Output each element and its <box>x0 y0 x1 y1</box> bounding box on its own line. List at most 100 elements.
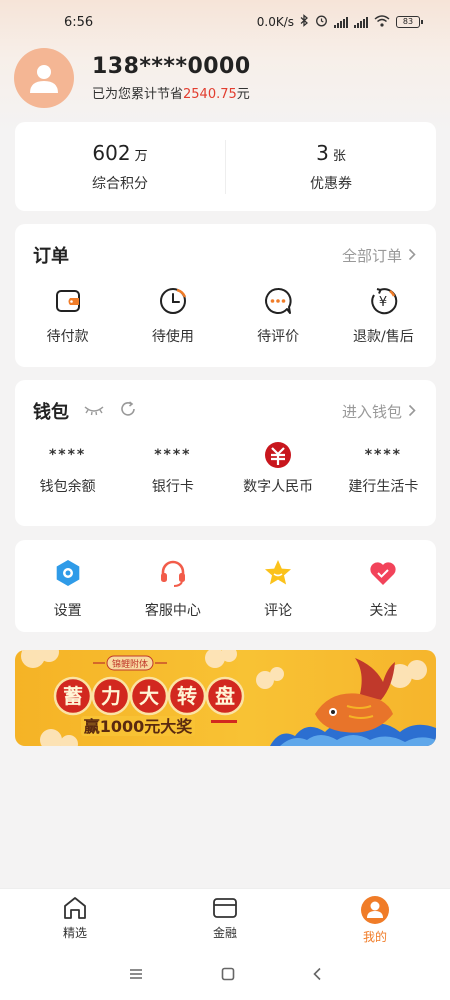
follow-label: 关注 <box>369 603 398 619</box>
status-bar: 6:56 0.0K/s 83 <box>0 0 450 44</box>
bank-card-label: 银行卡 <box>151 479 194 495</box>
wallet-icon <box>55 290 80 312</box>
network-speed: 0.0K/s <box>256 15 294 29</box>
promo-banner[interactable]: 锦鲤附体 蓄力大转盘 赢1000元大奖 <box>15 650 436 746</box>
status-icons: 0.0K/s 83 <box>256 14 423 30</box>
tools-card: 设置 客服中心 评论 关注 <box>15 540 436 632</box>
eye-closed-icon[interactable] <box>83 401 105 422</box>
digital-rmb-icon <box>264 442 292 468</box>
wallet-card: 钱包 进入钱包 **** 钱包余额 **** 银行卡 数字人民币 **** 建行… <box>15 380 436 526</box>
tab-mine[interactable]: 我的 <box>300 889 450 950</box>
bank-card-value: **** <box>154 447 192 463</box>
alarm-icon <box>315 14 328 30</box>
coupons-unit: 张 <box>332 148 346 164</box>
service-center-entry[interactable]: 客服中心 <box>120 558 225 620</box>
order-to-review-label: 待评价 <box>257 329 300 345</box>
banner-title-char: 转 <box>177 684 197 708</box>
heart-icon <box>370 562 396 585</box>
lucky-wheel-banner-art: 锦鲤附体 蓄力大转盘 赢1000元大奖 <box>21 650 436 746</box>
wifi-icon <box>374 14 390 30</box>
tab-mine-label: 我的 <box>362 930 387 944</box>
banner-subtitle: 赢1000元大奖 <box>84 717 194 736</box>
saving-summary: 已为您累计节省2540.75元 <box>92 83 251 102</box>
phone-number: 138****0000 <box>92 54 251 79</box>
service-center-label: 客服中心 <box>144 603 201 619</box>
tab-finance[interactable]: 金融 <box>150 889 300 950</box>
digital-rmb[interactable]: 数字人民币 <box>226 442 331 496</box>
order-to-review[interactable]: 待评价 <box>226 286 331 346</box>
bank-card[interactable]: **** 银行卡 <box>120 442 225 496</box>
card-icon <box>213 898 237 918</box>
ccb-life-card-label: 建行生活卡 <box>348 479 419 495</box>
saving-prefix: 已为您累计节省 <box>92 87 184 102</box>
banner-title-char: 盘 <box>215 684 235 708</box>
order-refund-label: 退款/售后 <box>353 329 414 345</box>
clock-icon <box>159 288 187 314</box>
ccb-life-card-value: **** <box>364 447 403 463</box>
wallet-balance-value: **** <box>48 447 87 463</box>
points-value: 602 <box>92 140 131 165</box>
svg-text:¥: ¥ <box>379 295 387 310</box>
bluetooth-icon <box>300 14 309 30</box>
orders-card: 订单 全部订单 待付款 待使用 待评价 ¥ 退款/售后 <box>15 224 436 367</box>
coupons-stat[interactable]: 3张 优惠券 <box>226 141 436 193</box>
coupons-label: 优惠券 <box>310 175 352 192</box>
tab-featured-label: 精选 <box>62 926 87 940</box>
settings-entry[interactable]: 设置 <box>15 558 120 620</box>
coupons-value: 3 <box>316 140 329 165</box>
enter-wallet-label: 进入钱包 <box>341 402 402 421</box>
ccb-life-card[interactable]: **** 建行生活卡 <box>331 442 436 496</box>
user-icon <box>361 896 389 924</box>
wallet-balance-label: 钱包余额 <box>39 479 96 495</box>
avatar[interactable] <box>14 48 74 108</box>
orders-title: 订单 <box>33 246 69 267</box>
settings-icon <box>56 560 79 586</box>
settings-label: 设置 <box>53 603 82 619</box>
home-icon <box>64 897 86 919</box>
enter-wallet-link[interactable]: 进入钱包 <box>342 401 416 422</box>
refund-icon: ¥ <box>371 288 398 315</box>
system-nav-bar <box>0 950 450 1000</box>
status-time: 6:56 <box>64 14 94 30</box>
banner-title-char: 力 <box>101 684 121 708</box>
points-stat[interactable]: 602 万 综合积分 <box>15 141 225 193</box>
tab-featured[interactable]: 精选 <box>0 889 150 950</box>
profile-header[interactable]: 138****0000 已为您累计节省2540.75元 <box>14 48 251 108</box>
battery-icon: 83 <box>396 16 423 28</box>
follow-entry[interactable]: 关注 <box>331 558 436 620</box>
signal-icon-2 <box>354 16 368 28</box>
saving-amount: 2540.75 <box>183 87 237 102</box>
stats-card: 602 万 综合积分 3张 优惠券 <box>15 122 436 211</box>
headset-icon <box>160 560 185 587</box>
points-unit: 万 <box>134 148 148 164</box>
points-label: 综合积分 <box>92 175 148 192</box>
star-icon <box>265 560 292 585</box>
order-pending-payment[interactable]: 待付款 <box>15 286 120 346</box>
all-orders-link[interactable]: 全部订单 <box>342 245 416 266</box>
order-refund[interactable]: ¥ 退款/售后 <box>331 286 436 346</box>
wallet-title: 钱包 <box>33 402 69 423</box>
refresh-icon[interactable] <box>119 400 137 423</box>
order-pending-payment-label: 待付款 <box>46 329 89 345</box>
comments-label: 评论 <box>264 603 293 619</box>
digital-rmb-label: 数字人民币 <box>243 479 314 495</box>
signal-icon <box>334 16 348 28</box>
banner-title-char: 大 <box>139 684 159 708</box>
home-square-icon[interactable] <box>221 966 235 985</box>
chat-icon <box>265 287 292 314</box>
order-to-use[interactable]: 待使用 <box>120 286 225 346</box>
banner-tag: 锦鲤附体 <box>112 658 148 670</box>
chevron-right-icon <box>408 246 416 265</box>
all-orders-label: 全部订单 <box>341 246 402 265</box>
comments-entry[interactable]: 评论 <box>226 558 331 620</box>
menu-icon[interactable] <box>128 966 144 985</box>
wallet-balance[interactable]: **** 钱包余额 <box>15 442 120 496</box>
back-icon[interactable] <box>312 966 322 985</box>
saving-suffix: 元 <box>236 87 250 102</box>
tab-finance-label: 金融 <box>212 926 237 940</box>
user-avatar-icon <box>30 65 58 93</box>
bottom-tab-bar: 精选 金融 我的 <box>0 888 450 950</box>
order-to-use-label: 待使用 <box>151 329 194 345</box>
banner-title-char: 蓄 <box>63 684 83 708</box>
chevron-right-icon <box>408 402 416 421</box>
